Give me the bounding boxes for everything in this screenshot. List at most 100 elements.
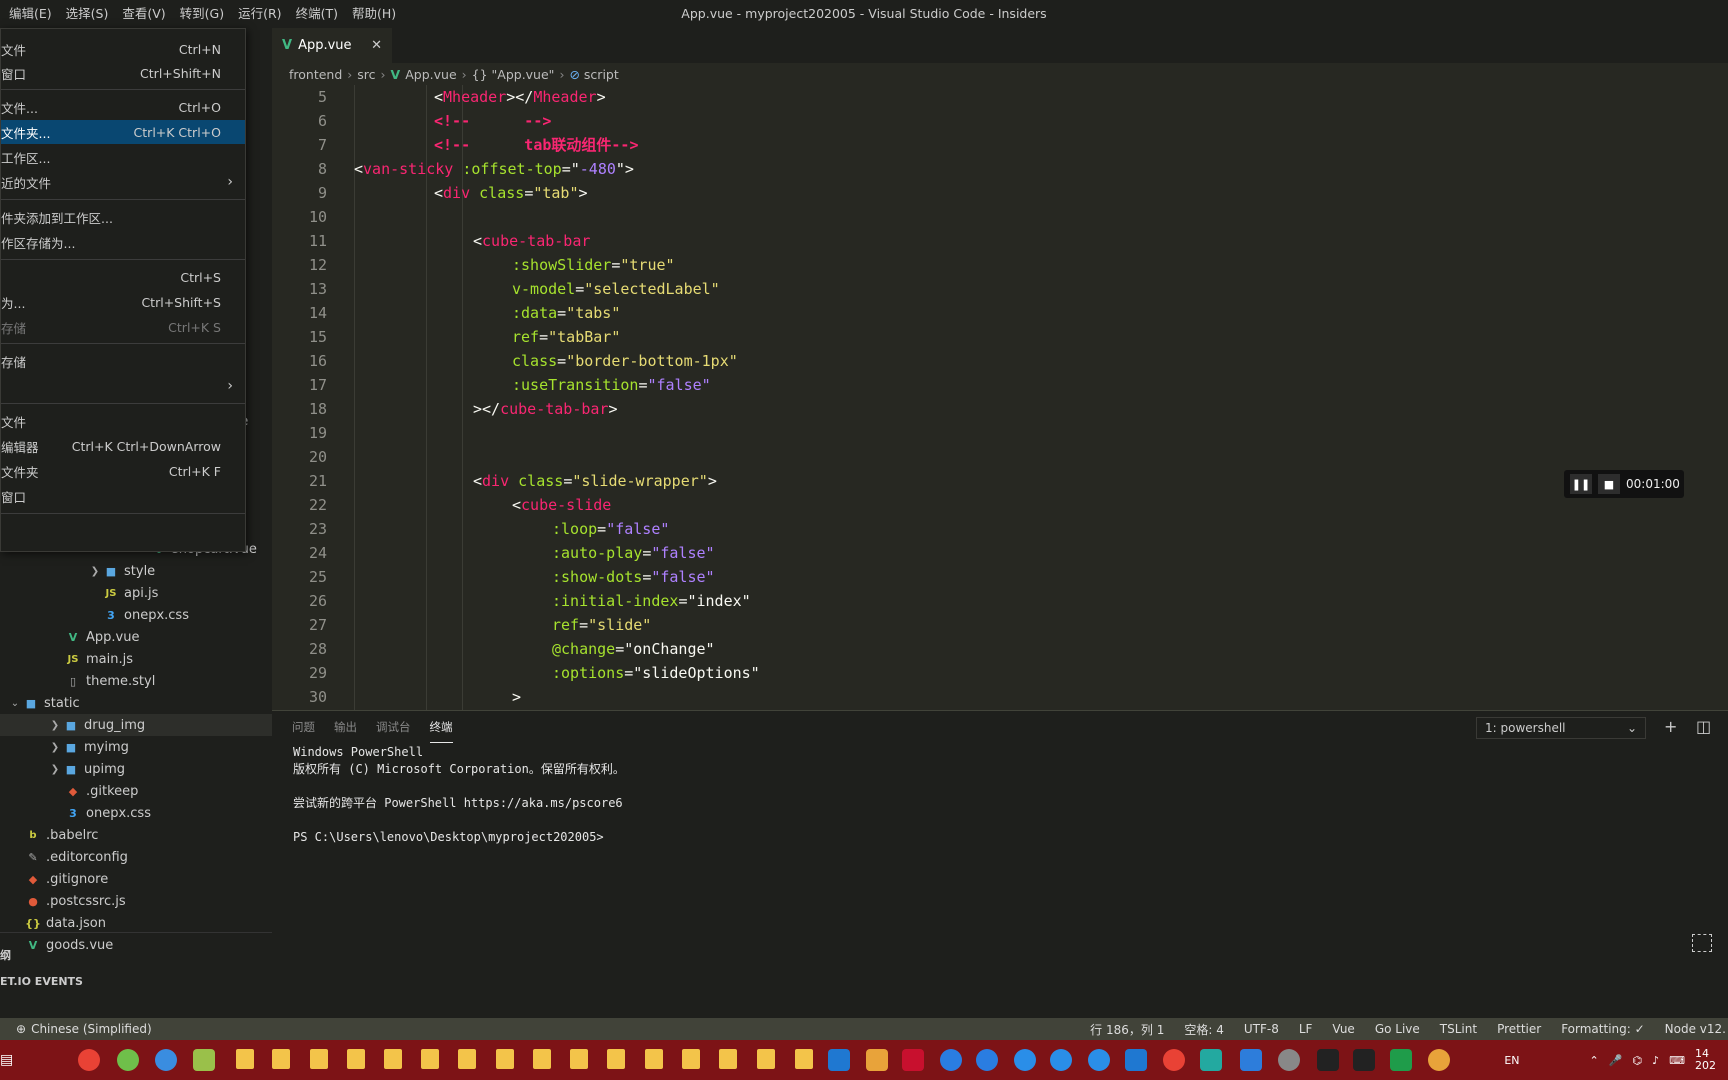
tree-item-babelrc[interactable]: b .babelrc bbox=[0, 824, 272, 846]
menu-item-auto-save[interactable]: 存储 bbox=[1, 349, 245, 373]
status-formatting[interactable]: Formatting: ✓ bbox=[1561, 1022, 1644, 1036]
menu-help[interactable]: 帮助(H) bbox=[345, 0, 403, 28]
terminal-icon[interactable] bbox=[1353, 1049, 1375, 1071]
screenshot-icon[interactable] bbox=[1692, 934, 1712, 952]
task-view-icon[interactable]: ▤ bbox=[0, 1052, 22, 1068]
breadcrumb-item[interactable]: src bbox=[357, 67, 375, 82]
volume-icon[interactable]: ♪ bbox=[1652, 1054, 1659, 1067]
breadcrumb-item[interactable]: script bbox=[584, 67, 619, 82]
chrome-icon[interactable] bbox=[1163, 1049, 1185, 1071]
menu-item-revert-file[interactable]: 文件 bbox=[1, 409, 245, 433]
events-section[interactable]: ET.IO EVENTS bbox=[0, 975, 83, 988]
status-encoding[interactable]: UTF-8 bbox=[1244, 1022, 1279, 1036]
tree-item-data-json[interactable]: {} data.json bbox=[0, 912, 272, 934]
network-icon[interactable]: ⌬ bbox=[1632, 1054, 1642, 1067]
status-cursor-position[interactable]: 行 186，列 1 bbox=[1090, 1021, 1164, 1038]
folder-icon[interactable] bbox=[236, 1049, 254, 1069]
status-tslint[interactable]: TSLint bbox=[1440, 1022, 1477, 1036]
terminal-output[interactable]: Windows PowerShell 版权所有 (C) Microsoft Co… bbox=[293, 744, 625, 846]
menu-item-close-folder[interactable]: 文件夹 Ctrl+K F bbox=[1, 459, 245, 483]
folder-icon[interactable] bbox=[682, 1049, 700, 1069]
folder-icon[interactable] bbox=[347, 1049, 365, 1069]
chevron-up-icon[interactable]: ⌃ bbox=[1590, 1054, 1599, 1067]
tree-item-upimg[interactable]: ❯ ■ upimg bbox=[0, 758, 272, 780]
search-icon[interactable] bbox=[1428, 1049, 1450, 1071]
status-eol[interactable]: LF bbox=[1299, 1022, 1313, 1036]
menu-view[interactable]: 查看(V) bbox=[115, 0, 172, 28]
app-icon[interactable] bbox=[866, 1049, 888, 1071]
tree-item-static[interactable]: ⌄ ■ static bbox=[0, 692, 272, 714]
menu-item-open-folder[interactable]: 文件夹... Ctrl+K Ctrl+O bbox=[1, 120, 245, 144]
notepad-icon[interactable] bbox=[193, 1049, 215, 1071]
folder-icon[interactable] bbox=[421, 1049, 439, 1069]
tree-item-postcssrc[interactable]: ● .postcssrc.js bbox=[0, 890, 272, 912]
folder-icon[interactable] bbox=[570, 1049, 588, 1069]
tab-output[interactable]: 输出 bbox=[334, 711, 357, 743]
tab-app-vue[interactable]: V App.vue ✕ bbox=[272, 28, 392, 63]
code-editor[interactable]: 5 <Mheader></Mheader> 6 <!-- --> 7 <!-- tab… bbox=[272, 85, 1728, 710]
keyboard-icon[interactable]: ⌨ bbox=[1669, 1054, 1685, 1067]
outline-section[interactable]: 纲 bbox=[0, 947, 11, 963]
menu-item-new-file[interactable]: 文件 Ctrl+N bbox=[1, 37, 245, 61]
folder-icon[interactable] bbox=[607, 1049, 625, 1069]
breadcrumb-item[interactable]: App.vue bbox=[405, 67, 456, 82]
folder-icon[interactable] bbox=[645, 1049, 663, 1069]
menu-item-save-workspace-as[interactable]: 作区存储为... bbox=[1, 230, 245, 254]
status-language[interactable]: Chinese (Simplified) bbox=[31, 1022, 152, 1036]
menu-item-exit[interactable] bbox=[1, 519, 245, 543]
clock[interactable]: 14 202 bbox=[1695, 1048, 1726, 1072]
menu-edit[interactable]: 编辑(E) bbox=[2, 0, 59, 28]
terminal-select[interactable]: 1: powershell ⌄ bbox=[1476, 717, 1646, 739]
tree-item-editorconfig[interactable]: ✎ .editorconfig bbox=[0, 846, 272, 868]
menu-go[interactable]: 转到(G) bbox=[173, 0, 231, 28]
word-icon[interactable] bbox=[1240, 1049, 1262, 1071]
menu-item-open-recent[interactable]: 近的文件 › bbox=[1, 170, 245, 194]
tab-terminal[interactable]: 终端 bbox=[429, 711, 453, 743]
tree-item-style[interactable]: ❯ ■ style bbox=[0, 560, 272, 582]
tree-item-myimg[interactable]: ❯ ■ myimg bbox=[0, 736, 272, 758]
search-browser-icon[interactable] bbox=[155, 1049, 177, 1071]
status-go-live[interactable]: Go Live bbox=[1375, 1022, 1420, 1036]
menu-run[interactable]: 运行(R) bbox=[231, 0, 288, 28]
menu-item-close-editor[interactable]: 编辑器 Ctrl+K Ctrl+DownArrow bbox=[1, 434, 245, 458]
edge-icon[interactable] bbox=[1088, 1049, 1110, 1071]
player-icon[interactable] bbox=[1125, 1049, 1147, 1071]
menu-item-preferences[interactable]: › bbox=[1, 374, 245, 398]
edge-icon[interactable] bbox=[1050, 1049, 1072, 1071]
folder-icon[interactable] bbox=[384, 1049, 402, 1069]
tree-item-gitignore[interactable]: ◆ .gitignore bbox=[0, 868, 272, 890]
tree-item-drug-img[interactable]: ❯ ■ drug_img bbox=[0, 714, 272, 736]
folder-icon[interactable] bbox=[272, 1049, 290, 1069]
menu-item-save-as[interactable]: 为... Ctrl+Shift+S bbox=[1, 290, 245, 314]
app-icon[interactable] bbox=[940, 1049, 962, 1071]
status-prettier[interactable]: Prettier bbox=[1497, 1022, 1541, 1036]
tree-item-api-js[interactable]: JS api.js bbox=[0, 582, 272, 604]
menu-item-save-all[interactable]: 存储 Ctrl+K S bbox=[1, 315, 245, 339]
pause-button[interactable]: ❚❚ bbox=[1570, 474, 1592, 494]
menu-item-new-window[interactable]: 窗口 Ctrl+Shift+N bbox=[1, 61, 245, 85]
tree-item-onepx-css[interactable]: 3 onepx.css bbox=[0, 802, 272, 824]
tree-item-gitkeep[interactable]: ◆ .gitkeep bbox=[0, 780, 272, 802]
app-icon[interactable] bbox=[976, 1049, 998, 1071]
breadcrumb-item[interactable]: {} "App.vue" bbox=[472, 67, 555, 82]
status-language-mode[interactable]: Vue bbox=[1332, 1022, 1354, 1036]
status-indentation[interactable]: 空格: 4 bbox=[1184, 1021, 1224, 1038]
microphone-icon[interactable]: 🎤 bbox=[1609, 1054, 1623, 1067]
folder-icon[interactable] bbox=[496, 1049, 514, 1069]
tab-debug-console[interactable]: 调试台 bbox=[376, 711, 411, 743]
folder-icon[interactable] bbox=[533, 1049, 551, 1069]
terminal-icon[interactable] bbox=[1317, 1049, 1339, 1071]
breadcrumb-item[interactable]: frontend bbox=[289, 67, 342, 82]
tab-problems[interactable]: 问题 bbox=[292, 711, 315, 743]
folder-icon[interactable] bbox=[458, 1049, 476, 1069]
stop-button[interactable]: ■ bbox=[1598, 474, 1620, 494]
menu-item-save[interactable]: Ctrl+S bbox=[1, 265, 245, 289]
menu-item-close-window[interactable]: 窗口 bbox=[1, 484, 245, 508]
menu-item-open-file[interactable]: 文件... Ctrl+O bbox=[1, 95, 245, 119]
add-terminal-icon[interactable]: + bbox=[1664, 717, 1677, 736]
edge-icon[interactable] bbox=[1014, 1049, 1036, 1071]
close-icon[interactable]: ✕ bbox=[371, 38, 382, 53]
tree-item-onepx-css[interactable]: 3 onepx.css bbox=[0, 604, 272, 626]
folder-icon[interactable] bbox=[795, 1049, 813, 1069]
menu-selection[interactable]: 选择(S) bbox=[59, 0, 116, 28]
